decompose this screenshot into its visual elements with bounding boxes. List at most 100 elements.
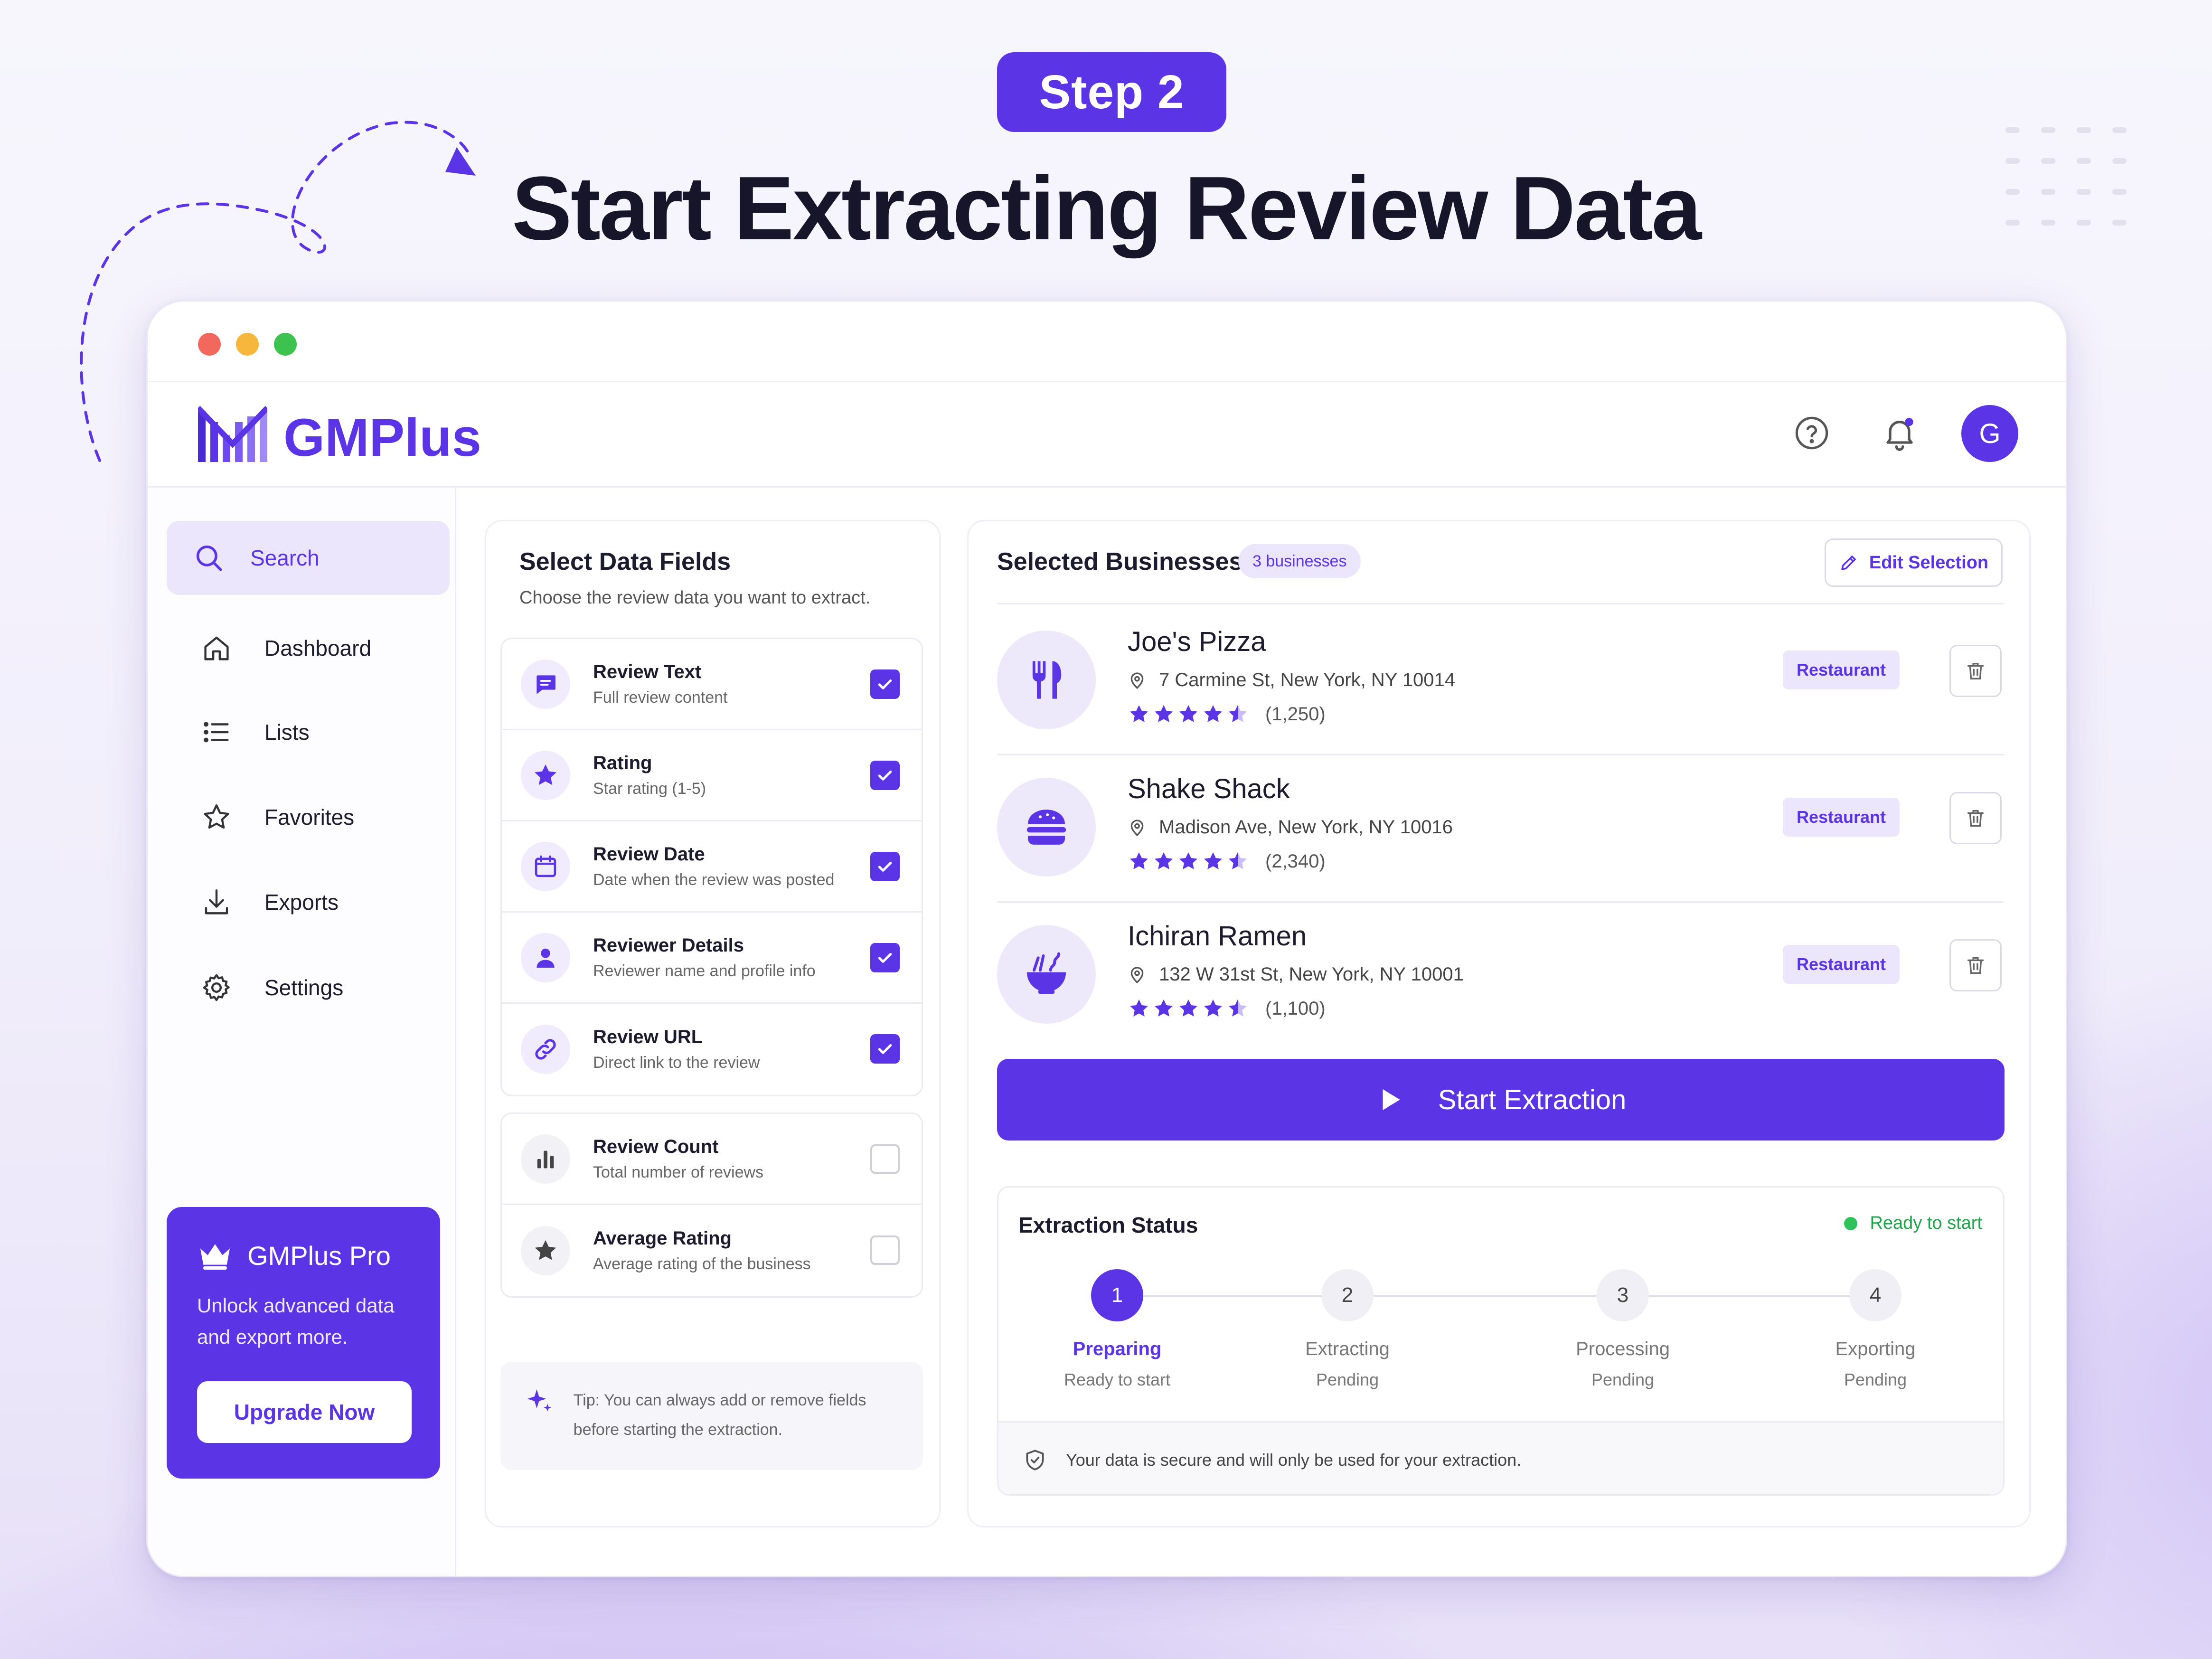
sidebar-item-label: Lists: [264, 720, 310, 745]
app-window: GMPlus G Search Dashboard Lists Favorite…: [146, 300, 2067, 1577]
check-icon: [878, 679, 892, 689]
selected-fields-group: Review Text Full review content Rating S…: [500, 638, 923, 1096]
step-circle-exporting: 4: [1849, 1269, 1901, 1321]
step-circle-preparing: 1: [1091, 1269, 1143, 1321]
business-row: Shake Shack Madison Ave, New York, NY 10…: [997, 754, 2004, 901]
ramen-bowl-icon: [997, 925, 1096, 1024]
review-count: (2,340): [1265, 850, 1326, 872]
business-row: Joe's Pizza 7 Carmine St, New York, NY 1…: [997, 607, 2004, 754]
gear-icon: [203, 974, 230, 1001]
remove-business-button[interactable]: [1949, 645, 2002, 697]
field-label: Review URL: [593, 1027, 703, 1047]
app-header: GMPlus G: [148, 382, 2066, 488]
location-pin-icon: [1130, 672, 1144, 689]
sidebar-item-exports[interactable]: Exports: [167, 869, 450, 935]
remove-business-button[interactable]: [1949, 792, 2002, 844]
business-address: 132 W 31st St, New York, NY 10001: [1128, 964, 1464, 985]
notifications-button[interactable]: [1873, 407, 1926, 459]
hero-title: Start Extracting Review Data: [512, 158, 1702, 259]
star-icon: [521, 750, 570, 800]
business-name: Shake Shack: [1128, 773, 1290, 804]
review-count: (1,250): [1265, 703, 1326, 725]
field-review-url[interactable]: Review URL Direct link to the review: [502, 1004, 922, 1095]
field-description: Full review content: [593, 688, 728, 707]
check-icon: [878, 862, 892, 872]
business-rating: (1,100): [1128, 997, 1326, 1020]
start-extraction-button[interactable]: Start Extraction: [997, 1059, 2005, 1141]
field-checkbox-checked[interactable]: [870, 943, 900, 972]
field-description: Direct link to the review: [593, 1054, 760, 1072]
field-checkbox-checked[interactable]: [870, 1034, 900, 1064]
business-address-text: Madison Ave, New York, NY 10016: [1159, 817, 1453, 838]
shield-check-icon: [1026, 1449, 1044, 1470]
business-row: Ichiran Ramen 132 W 31st St, New York, N…: [997, 901, 2004, 1048]
app-name: GMPlus: [283, 408, 481, 467]
field-review-text[interactable]: Review Text Full review content: [502, 639, 922, 730]
link-icon: [521, 1025, 570, 1074]
check-icon: [878, 953, 892, 963]
step-state: Ready to start: [1064, 1370, 1171, 1389]
bell-icon: [1886, 418, 1913, 451]
help-button[interactable]: [1786, 407, 1838, 459]
field-rating[interactable]: Rating Star rating (1-5): [502, 730, 922, 821]
start-extraction-label: Start Extraction: [1438, 1084, 1627, 1115]
remove-business-button[interactable]: [1949, 939, 2002, 991]
field-checkbox-unchecked[interactable]: [870, 1144, 900, 1174]
window-close-dot[interactable]: [198, 333, 221, 356]
star-rating-icon: [1130, 999, 1247, 1017]
window-titlebar: [148, 302, 2066, 382]
field-review-date[interactable]: Review Date Date when the review was pos…: [502, 821, 922, 913]
window-minimize-dot[interactable]: [236, 333, 259, 356]
sidebar-item-label: Dashboard: [264, 636, 372, 660]
utensils-icon: [997, 631, 1096, 729]
sidebar-item-label: Favorites: [264, 805, 355, 830]
sidebar-item-search[interactable]: Search: [167, 521, 450, 595]
fields-panel-title: Select Data Fields: [519, 548, 731, 575]
business-rating: (2,340): [1128, 850, 1326, 873]
field-description: Average rating of the business: [593, 1255, 811, 1273]
business-name: Ichiran Ramen: [1128, 921, 1307, 952]
category-tag: Restaurant: [1783, 945, 1900, 984]
field-label: Review Count: [593, 1136, 719, 1157]
field-label: Review Date: [593, 843, 705, 865]
field-checkbox-checked[interactable]: [870, 669, 900, 699]
business-address: 7 Carmine St, New York, NY 10014: [1128, 669, 1455, 691]
select-data-fields-panel: Select Data Fields Choose the review dat…: [485, 520, 941, 1527]
list-icon: [204, 722, 229, 743]
edit-selection-button[interactable]: Edit Selection: [1825, 538, 2003, 587]
category-tag: Restaurant: [1783, 798, 1900, 837]
calendar-icon: [521, 841, 570, 891]
window-maximize-dot[interactable]: [274, 333, 297, 356]
progress-track: [1117, 1295, 1872, 1297]
sidebar-item-lists[interactable]: Lists: [167, 699, 450, 765]
sidebar-item-favorites[interactable]: Favorites: [167, 784, 450, 850]
field-label: Reviewer Details: [593, 934, 744, 956]
sidebar-item-settings[interactable]: Settings: [167, 954, 450, 1021]
business-count-badge: 3 businesses: [1238, 544, 1361, 578]
field-checkbox-checked[interactable]: [870, 761, 900, 790]
business-address: Madison Ave, New York, NY 10016: [1128, 817, 1453, 838]
field-checkbox-unchecked[interactable]: [870, 1235, 900, 1265]
comment-icon: [521, 659, 570, 709]
tip-box: Tip: You can always add or remove fields…: [500, 1362, 923, 1470]
star-outline-icon: [204, 804, 229, 829]
bar-chart-icon: [521, 1134, 570, 1184]
field-checkbox-checked[interactable]: [870, 852, 900, 881]
field-reviewer-details[interactable]: Reviewer Details Reviewer name and profi…: [502, 913, 922, 1004]
sidebar-item-dashboard[interactable]: Dashboard: [167, 615, 450, 681]
trash-icon: [1967, 810, 1984, 827]
field-review-count[interactable]: Review Count Total number of reviews: [502, 1114, 922, 1205]
user-avatar[interactable]: G: [1961, 405, 2018, 462]
download-icon: [205, 889, 228, 914]
businesses-panel-title: Selected Businesses: [997, 548, 1243, 575]
status-title: Extraction Status: [1018, 1213, 1198, 1237]
field-average-rating[interactable]: Average Rating Average rating of the bus…: [502, 1205, 922, 1296]
sidebar-item-label: Exports: [264, 890, 339, 914]
crown-icon: [200, 1244, 230, 1270]
sidebar: Search Dashboard Lists Favorites Exports…: [148, 488, 456, 1576]
check-icon: [878, 1044, 892, 1054]
field-description: Total number of reviews: [593, 1163, 764, 1181]
upgrade-now-button[interactable]: Upgrade Now: [197, 1381, 412, 1443]
step-name: Exporting: [1835, 1339, 1916, 1359]
security-note-text: Your data is secure and will only be use…: [1066, 1450, 1522, 1470]
